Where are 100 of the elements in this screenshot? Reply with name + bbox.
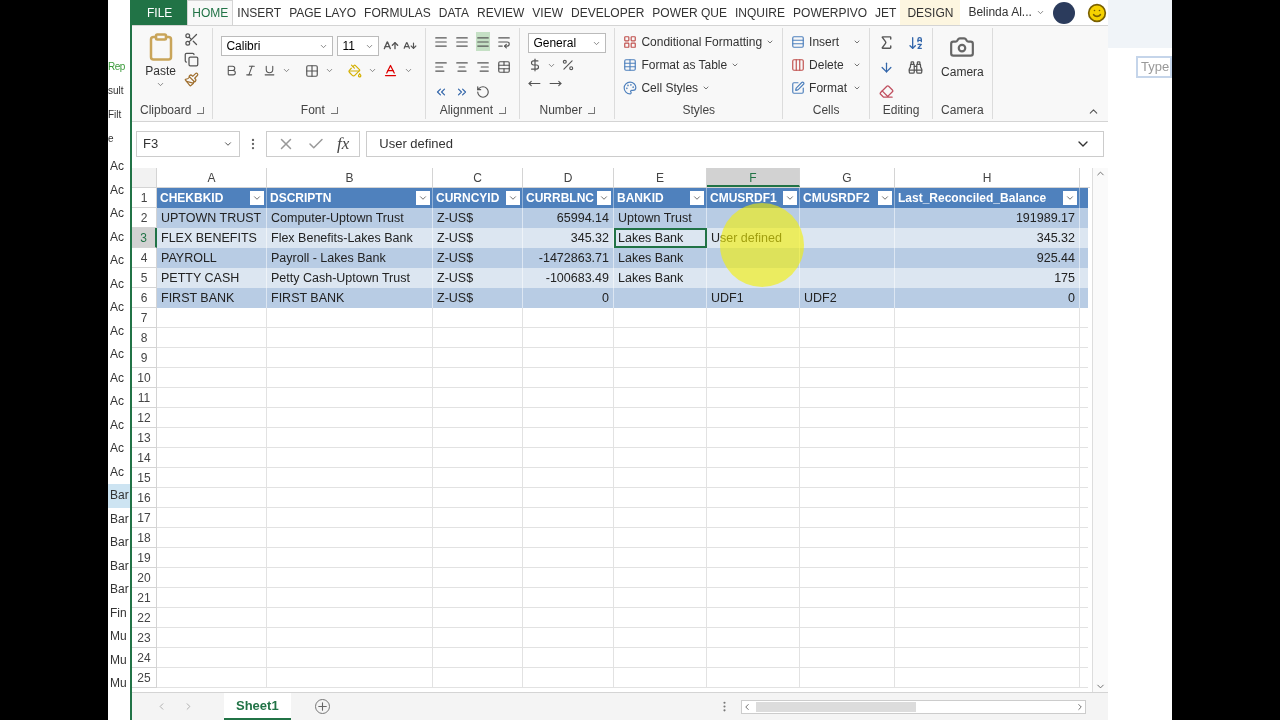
underline-icon[interactable] xyxy=(263,64,277,77)
row-number[interactable]: 23 xyxy=(132,628,157,648)
ribbon-tab[interactable]: POWER QUE xyxy=(648,0,732,25)
list-item[interactable]: Mu xyxy=(108,625,130,649)
column-header[interactable]: H xyxy=(895,168,1080,187)
row-number[interactable]: 11 xyxy=(132,388,157,408)
row-number[interactable]: 3 xyxy=(132,228,157,248)
list-item[interactable]: Ac xyxy=(108,155,130,179)
paintbrush-icon[interactable] xyxy=(184,72,200,87)
ribbon-tab[interactable]: DESIGN xyxy=(900,0,961,25)
paste-button[interactable]: Paste xyxy=(145,28,177,89)
conditional-formatting-button[interactable]: Conditional Formatting xyxy=(623,32,775,52)
camera-button[interactable]: Camera xyxy=(941,28,984,101)
row-number[interactable]: 4 xyxy=(132,248,157,268)
account-name[interactable]: Belinda Al... xyxy=(968,0,1032,25)
list-item[interactable]: Ac xyxy=(108,296,130,320)
number-format-field[interactable]: General xyxy=(528,33,607,53)
ribbon-tab[interactable]: REVIEW xyxy=(473,0,529,25)
row-number[interactable]: 19 xyxy=(132,548,157,568)
list-item[interactable]: Mu xyxy=(108,648,130,672)
bold-icon[interactable] xyxy=(225,64,239,77)
row-number[interactable]: 9 xyxy=(132,348,157,368)
ribbon-tab[interactable]: POWERPIVO xyxy=(789,0,872,25)
scroll-thumb[interactable] xyxy=(756,701,916,712)
file-tab[interactable]: FILE xyxy=(132,0,188,25)
format-button[interactable]: Format xyxy=(791,78,862,98)
list-item[interactable]: Bar xyxy=(108,484,130,508)
row-number[interactable]: 15 xyxy=(132,468,157,488)
format-as-table-button[interactable]: Format as Table xyxy=(623,55,775,75)
column-header[interactable]: D xyxy=(523,168,614,187)
smiley-icon[interactable] xyxy=(1086,3,1107,23)
row-number[interactable]: 2 xyxy=(132,208,157,228)
row-number[interactable]: 13 xyxy=(132,428,157,448)
insert-function-button[interactable]: fx xyxy=(337,131,350,157)
dialog-launcher-icon[interactable] xyxy=(197,106,205,114)
binoculars-icon[interactable] xyxy=(907,58,925,77)
row-number[interactable]: 12 xyxy=(132,408,157,428)
list-item[interactable]: Bar xyxy=(108,554,130,578)
row-number[interactable]: 24 xyxy=(132,648,157,668)
delete-button[interactable]: Delete xyxy=(791,55,862,75)
ribbon-tab[interactable]: JET xyxy=(871,0,901,25)
list-item[interactable]: Ac xyxy=(108,225,130,249)
row-number[interactable]: 25 xyxy=(132,668,157,688)
list-item[interactable]: Ac xyxy=(108,178,130,202)
ribbon-tab[interactable]: INSERT xyxy=(233,0,286,25)
row-number[interactable]: 17 xyxy=(132,508,157,528)
vertical-scrollbar[interactable] xyxy=(1092,168,1108,692)
row-number[interactable]: 20 xyxy=(132,568,157,588)
list-item[interactable]: Bar xyxy=(108,578,130,602)
borders-icon[interactable] xyxy=(305,63,320,78)
cell-styles-button[interactable]: Cell Styles xyxy=(623,78,775,98)
row-number[interactable]: 16 xyxy=(132,488,157,508)
list-item[interactable]: Ac xyxy=(108,249,130,273)
italic-icon[interactable] xyxy=(244,64,258,77)
column-header[interactable]: A xyxy=(157,168,267,187)
dialog-launcher-icon[interactable] xyxy=(588,106,596,114)
row-number[interactable]: 5 xyxy=(132,268,157,288)
insert-button[interactable]: Insert xyxy=(791,32,862,52)
ribbon-tab[interactable]: HOME xyxy=(187,0,234,25)
cut-icon[interactable] xyxy=(184,32,200,47)
formula-field[interactable]: User defined xyxy=(366,131,1104,157)
dialog-launcher-icon[interactable] xyxy=(330,106,338,114)
list-item[interactable]: Ac xyxy=(108,366,130,390)
column-header[interactable]: B xyxy=(267,168,433,187)
row-number[interactable]: 14 xyxy=(132,448,157,468)
column-header[interactable]: G xyxy=(800,168,895,187)
font-color-icon[interactable] xyxy=(383,63,399,78)
sheet-tab[interactable]: Sheet1 xyxy=(224,693,291,720)
list-item[interactable]: Bar xyxy=(108,531,130,555)
list-item[interactable]: Fin xyxy=(108,601,130,625)
row-number[interactable]: 1 xyxy=(132,188,157,208)
list-item[interactable]: Ac xyxy=(108,437,130,461)
row-number[interactable]: 8 xyxy=(132,328,157,348)
ribbon-tab[interactable]: INQUIRE xyxy=(731,0,790,25)
list-item[interactable]: Ac xyxy=(108,390,130,414)
align-bottom-icon[interactable] xyxy=(476,32,491,51)
list-item[interactable]: Ac xyxy=(108,319,130,343)
fill-color-icon[interactable] xyxy=(348,63,363,78)
list-item[interactable]: Ac xyxy=(108,460,130,484)
dialog-launcher-icon[interactable] xyxy=(499,106,507,114)
eraser-icon[interactable] xyxy=(878,82,896,101)
list-item[interactable]: Mu xyxy=(108,672,130,696)
font-name-field[interactable]: Calibri xyxy=(221,36,334,56)
row-number[interactable]: 6 xyxy=(132,288,157,308)
column-header[interactable]: C xyxy=(433,168,523,187)
font-size-field[interactable]: 11 xyxy=(337,36,380,56)
ribbon-tab[interactable]: VIEW xyxy=(528,0,567,25)
column-header[interactable]: F xyxy=(707,168,800,187)
row-number[interactable]: 18 xyxy=(132,528,157,548)
percent-icon[interactable] xyxy=(561,58,576,72)
name-box[interactable]: F3 xyxy=(136,131,240,157)
copy-icon[interactable] xyxy=(184,52,200,67)
row-number[interactable]: 10 xyxy=(132,368,157,388)
ribbon-tab[interactable]: DEVELOPER xyxy=(567,0,649,25)
row-number[interactable]: 22 xyxy=(132,608,157,628)
horizontal-scrollbar[interactable] xyxy=(741,699,1086,714)
ribbon-tab[interactable]: DATA xyxy=(434,0,473,25)
list-item[interactable]: Ac xyxy=(108,272,130,296)
row-number[interactable]: 7 xyxy=(132,308,157,328)
list-item[interactable]: Ac xyxy=(108,413,130,437)
